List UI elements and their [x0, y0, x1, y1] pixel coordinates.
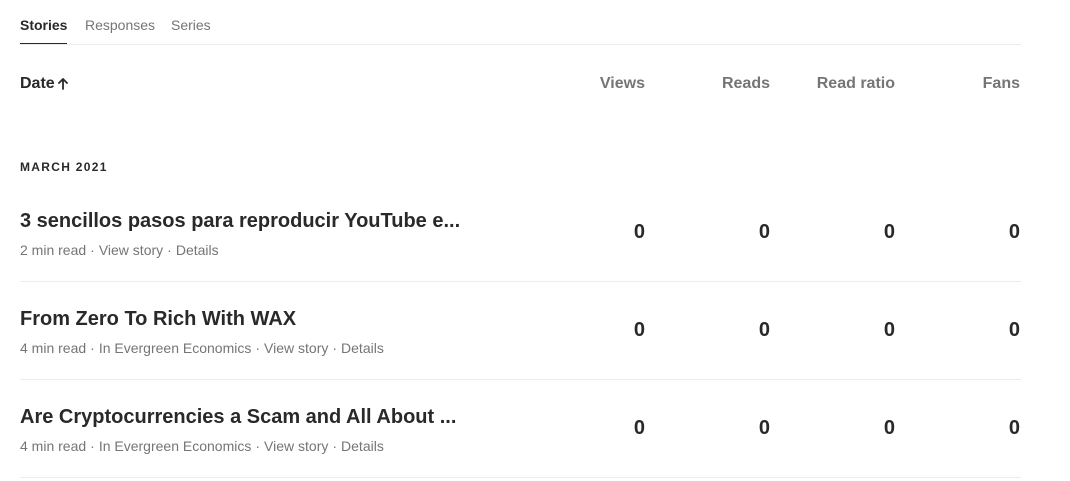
fans-value: 0 — [1008, 221, 1020, 243]
publication-link[interactable]: In Evergreen Economics — [99, 340, 252, 356]
fans-value: 0 — [1008, 319, 1020, 341]
arrow-up-icon — [57, 78, 68, 90]
view-story-link[interactable]: View story — [264, 438, 328, 454]
separator: · — [90, 242, 95, 258]
details-link[interactable]: Details — [176, 242, 219, 258]
views-value: 0 — [633, 221, 645, 243]
read-ratio-header: Read ratio — [816, 75, 895, 92]
tab-stories[interactable]: Stories — [20, 16, 68, 44]
separator: · — [332, 340, 338, 356]
story-title[interactable]: Are Cryptocurrencies a Scam and All Abou… — [20, 404, 465, 430]
read-time: 4 min read — [20, 438, 87, 454]
view-story-link[interactable]: View story — [264, 340, 328, 356]
read-ratio-value: 0 — [883, 319, 895, 341]
separator: · — [90, 438, 95, 454]
separator: · — [255, 340, 261, 356]
read-time: 2 min read — [20, 242, 87, 258]
stats-page: Stories Responses Series Date Views Read… — [0, 0, 1070, 481]
date-sort-header[interactable]: Date — [20, 74, 68, 94]
details-link[interactable]: Details — [341, 438, 384, 454]
fans-header: Fans — [982, 75, 1020, 92]
tab-series[interactable]: Series — [171, 16, 211, 34]
story-title[interactable]: From Zero To Rich With WAX — [20, 306, 465, 332]
story-meta: 4 min read · In Evergreen Economics · View s… — [20, 339, 384, 357]
story-row: Are Cryptocurrencies a Scam and All Abou… — [20, 404, 1021, 478]
tab-responses[interactable]: Responses — [85, 16, 155, 34]
story-meta: 2 min read · View story · Details — [20, 241, 219, 259]
story-meta: 4 min read · In Evergreen Economics · View s… — [20, 437, 384, 455]
stats-tabs: Stories Responses Series — [20, 0, 1021, 45]
reads-header: Reads — [721, 75, 770, 92]
separator: · — [167, 242, 172, 258]
details-link[interactable]: Details — [341, 340, 384, 356]
story-row: From Zero To Rich With WAX 4 min read · In… — [20, 306, 1021, 380]
separator: · — [90, 340, 95, 356]
views-value: 0 — [633, 319, 645, 341]
views-header: Views — [599, 75, 645, 92]
reads-value: 0 — [758, 221, 770, 243]
separator: · — [255, 438, 261, 454]
date-header-label: Date — [20, 75, 55, 92]
separator: · — [332, 438, 338, 454]
reads-value: 0 — [758, 417, 770, 439]
read-ratio-value: 0 — [883, 417, 895, 439]
read-ratio-value: 0 — [883, 221, 895, 243]
fans-value: 0 — [1008, 417, 1020, 439]
view-story-link[interactable]: View story — [99, 242, 163, 258]
publication-link[interactable]: In Evergreen Economics — [99, 438, 252, 454]
story-row: 3 sencillos pasos para reproducir YouTub… — [20, 208, 1021, 282]
reads-value: 0 — [758, 319, 770, 341]
story-title[interactable]: 3 sencillos pasos para reproducir YouTub… — [20, 208, 465, 234]
views-value: 0 — [633, 417, 645, 439]
month-section-label: MARCH 2021 — [20, 160, 108, 174]
read-time: 4 min read — [20, 340, 87, 356]
